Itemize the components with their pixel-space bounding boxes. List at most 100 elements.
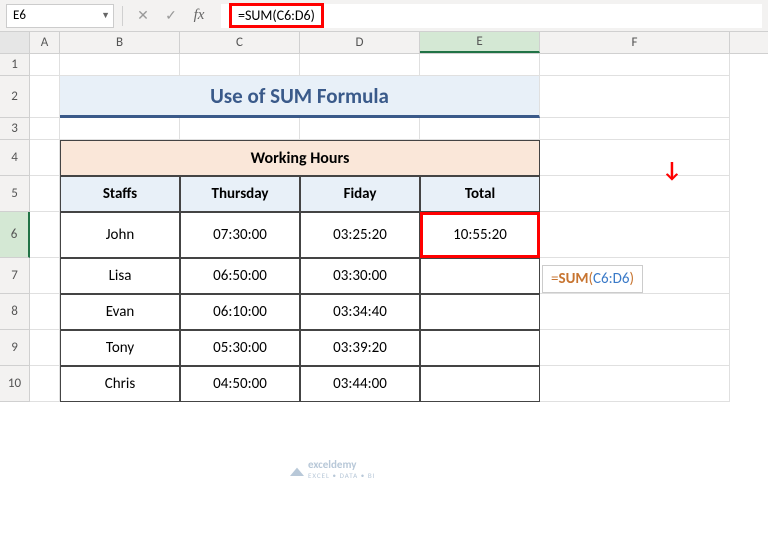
- col-thursday[interactable]: Thursday: [180, 176, 300, 212]
- cell[interactable]: [420, 54, 540, 76]
- row-5: 5 Staffs Thursday Fiday Total: [0, 176, 768, 212]
- cell[interactable]: [30, 330, 60, 366]
- row-8: 8 Evan 06:10:00 03:34:40: [0, 294, 768, 330]
- cell[interactable]: [30, 366, 60, 402]
- cell[interactable]: [30, 76, 60, 118]
- row-header-8[interactable]: 8: [0, 294, 30, 330]
- cell[interactable]: [30, 140, 60, 176]
- cell-staff[interactable]: Chris: [60, 366, 180, 402]
- col-header-a[interactable]: A: [30, 32, 60, 53]
- cell-staff[interactable]: Evan: [60, 294, 180, 330]
- cell[interactable]: [300, 118, 420, 140]
- row-header-5[interactable]: 5: [0, 176, 30, 212]
- row-2: 2 Use of SUM Formula: [0, 76, 768, 118]
- name-box[interactable]: E6 ▼: [6, 4, 114, 28]
- cell[interactable]: [540, 118, 730, 140]
- cell-staff[interactable]: Lisa: [60, 258, 180, 294]
- row-header-3[interactable]: 3: [0, 118, 30, 140]
- cell[interactable]: [540, 294, 730, 330]
- row-header-9[interactable]: 9: [0, 330, 30, 366]
- cell[interactable]: [30, 176, 60, 212]
- row-9: 9 Tony 05:30:00 03:39:20: [0, 330, 768, 366]
- cell-total[interactable]: [420, 294, 540, 330]
- cell[interactable]: [420, 118, 540, 140]
- cell-thu[interactable]: 07:30:00: [180, 212, 300, 258]
- cell[interactable]: [60, 118, 180, 140]
- col-header-f[interactable]: F: [540, 32, 730, 53]
- table-title[interactable]: Working Hours: [60, 140, 540, 176]
- cell-total-selected[interactable]: 10:55:20: [420, 212, 540, 258]
- row-header-4[interactable]: 4: [0, 140, 30, 176]
- cell-thu[interactable]: 06:50:00: [180, 258, 300, 294]
- arrow-down-icon: ↓: [662, 156, 682, 183]
- title-cell[interactable]: Use of SUM Formula: [60, 76, 540, 118]
- row-header-6[interactable]: 6: [0, 212, 30, 258]
- select-all-corner[interactable]: [0, 32, 30, 53]
- cell-total[interactable]: [420, 366, 540, 402]
- name-box-value: E6: [13, 8, 26, 23]
- row-6: 6 John 07:30:00 03:25:20 10:55:20: [0, 212, 768, 258]
- cell[interactable]: [540, 176, 730, 212]
- annot-fn: SUM: [558, 270, 588, 288]
- cell[interactable]: [540, 140, 730, 176]
- cell-fri[interactable]: 03:30:00: [300, 258, 420, 294]
- row-3: 3: [0, 118, 768, 140]
- cell-total[interactable]: [420, 258, 540, 294]
- col-header-b[interactable]: B: [60, 32, 180, 53]
- cell-total[interactable]: [420, 330, 540, 366]
- cell[interactable]: [540, 330, 730, 366]
- formula-text: =SUM(C6:D6): [229, 3, 324, 28]
- watermark: exceldemy EXCEL • DATA • BI: [290, 458, 375, 480]
- col-header-e[interactable]: E: [420, 32, 540, 53]
- divider: [122, 6, 123, 26]
- watermark-brand: exceldemy: [308, 458, 375, 471]
- cell[interactable]: [540, 366, 730, 402]
- cell-thu[interactable]: 05:30:00: [180, 330, 300, 366]
- cell[interactable]: [540, 212, 730, 258]
- cell-staff[interactable]: Tony: [60, 330, 180, 366]
- col-header-c[interactable]: C: [180, 32, 300, 53]
- cell-fri[interactable]: 03:44:00: [300, 366, 420, 402]
- cell[interactable]: [30, 212, 60, 258]
- row-header-1[interactable]: 1: [0, 54, 30, 76]
- formula-bar: E6 ▼ ✕ ✓ fx =SUM(C6:D6): [0, 0, 768, 32]
- annot-ref: C6:D6: [593, 270, 629, 288]
- cancel-icon[interactable]: ✕: [131, 4, 155, 28]
- row-1: 1: [0, 54, 768, 76]
- cell-staff[interactable]: John: [60, 212, 180, 258]
- col-header-d[interactable]: D: [300, 32, 420, 53]
- cell[interactable]: [30, 118, 60, 140]
- col-total[interactable]: Total: [420, 176, 540, 212]
- cell[interactable]: [180, 54, 300, 76]
- enter-icon[interactable]: ✓: [159, 4, 183, 28]
- chevron-down-icon[interactable]: ▼: [101, 10, 110, 21]
- col-staffs[interactable]: Staffs: [60, 176, 180, 212]
- col-friday[interactable]: Fiday: [300, 176, 420, 212]
- watermark-tagline: EXCEL • DATA • BI: [308, 471, 375, 480]
- grid: 1 2 Use of SUM Formula 3 4 Worki: [0, 54, 768, 402]
- cell[interactable]: [300, 54, 420, 76]
- cell-thu[interactable]: 06:10:00: [180, 294, 300, 330]
- cell[interactable]: [30, 54, 60, 76]
- cell[interactable]: [30, 258, 60, 294]
- row-header-10[interactable]: 10: [0, 366, 30, 402]
- fx-icon[interactable]: fx: [187, 4, 211, 28]
- cell-fri[interactable]: 03:34:40: [300, 294, 420, 330]
- cell[interactable]: [540, 54, 730, 76]
- cell-thu[interactable]: 04:50:00: [180, 366, 300, 402]
- annot-close: ): [630, 270, 635, 288]
- cell-fri[interactable]: 03:39:20: [300, 330, 420, 366]
- cell-fri[interactable]: 03:25:20: [300, 212, 420, 258]
- cell[interactable]: [60, 54, 180, 76]
- cell[interactable]: [30, 294, 60, 330]
- watermark-logo-icon: [290, 462, 304, 476]
- row-10: 10 Chris 04:50:00 03:44:00: [0, 366, 768, 402]
- row-4: 4 Working Hours: [0, 140, 768, 176]
- cell[interactable]: [540, 76, 730, 118]
- formula-input[interactable]: =SUM(C6:D6): [221, 4, 762, 28]
- row-header-2[interactable]: 2: [0, 76, 30, 118]
- cell[interactable]: [180, 118, 300, 140]
- formula-annotation: =SUM(C6:D6): [542, 265, 643, 293]
- row-header-7[interactable]: 7: [0, 258, 30, 294]
- row-7: 7 Lisa 06:50:00 03:30:00: [0, 258, 768, 294]
